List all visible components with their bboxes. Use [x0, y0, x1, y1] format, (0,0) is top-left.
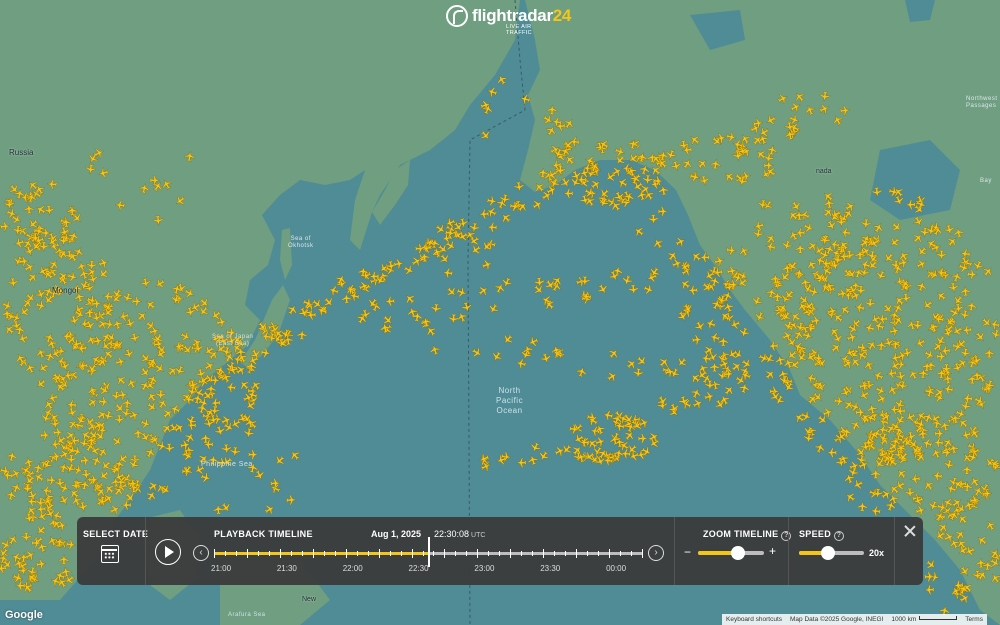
logo-tagline: LIVE AIR TRAFFIC: [506, 24, 533, 36]
timeline-tick-label: 00:00: [606, 564, 627, 573]
map-data-text[interactable]: Map Data ©2025 Google, INEGI: [786, 614, 887, 625]
timeline-tick: [400, 551, 402, 556]
speed-slider-knob[interactable]: [821, 546, 836, 560]
timeline-tick-label: 22:30: [408, 564, 429, 573]
flightradar24-logo[interactable]: flightradar24 LIVE AIR TRAFFIC: [446, 4, 571, 36]
speed-label: SPEED?: [799, 529, 845, 541]
timeline-tick: [301, 551, 303, 556]
panel-divider: [674, 517, 675, 585]
timeline-tick: [422, 551, 424, 556]
label-mongolia: Mongol: [52, 286, 79, 295]
label-arafura-sea: Arafura Sea: [228, 612, 266, 618]
label-new-guinea: New: [302, 596, 317, 603]
timeline-tick-label: 23:30: [540, 564, 561, 573]
zoom-out-button[interactable]: −: [684, 545, 691, 559]
timeline-tick: [510, 549, 512, 558]
zoom-slider[interactable]: [698, 546, 764, 560]
timeline-tick: [587, 551, 589, 556]
timeline-date: Aug 1, 2025: [371, 529, 422, 539]
select-date-section[interactable]: SELECT DATE: [77, 517, 148, 585]
timeline-tick: [565, 551, 567, 556]
timeline-tick: [411, 549, 413, 558]
timeline-tick: [290, 551, 292, 556]
timeline-tick: [345, 549, 347, 558]
timeline-tick: [367, 551, 369, 556]
timeline-tick: [214, 549, 215, 558]
label-northwest-passages: Northwest Passages: [966, 96, 998, 109]
timeline-tick: [598, 551, 600, 556]
playback-timeline-label: PLAYBACK TIMELINE: [214, 529, 313, 539]
timeline-tick: [389, 551, 391, 556]
timeline-tick: [499, 551, 501, 556]
timeline-tick: [642, 549, 643, 558]
timeline-tick-label: 23:00: [474, 564, 495, 573]
timeline-tick-label: 21:30: [276, 564, 297, 573]
timeline-tick: [433, 551, 435, 556]
zoom-timeline-label: ZOOM TIMELINE?: [703, 529, 792, 541]
timeline-tick: [620, 551, 622, 556]
timeline-tick: [609, 549, 611, 558]
google-logo[interactable]: Google: [5, 609, 43, 621]
timeline-time: 22:30:08 UTC: [434, 529, 486, 539]
timeline-tick: [334, 551, 336, 556]
timeline-tick: [378, 549, 380, 558]
timeline-tick: [235, 551, 237, 556]
label-sea-okhotsk: Sea of Okhotsk: [288, 236, 314, 249]
timeline-tick: [224, 551, 226, 556]
panel-divider: [894, 517, 895, 585]
terms-link[interactable]: Terms: [961, 614, 987, 625]
timeline-tick: [279, 549, 281, 558]
label-baffin-bay: Bay: [980, 178, 992, 184]
label-philippine-sea: Philippine Sea: [201, 461, 253, 468]
zoom-in-button[interactable]: +: [769, 544, 776, 558]
timeline-tick-label: 21:00: [211, 564, 232, 573]
timeline-tick: [477, 549, 479, 558]
timeline-tick: [631, 551, 633, 556]
timeline-tick: [356, 551, 358, 556]
timeline-tick: [521, 551, 523, 556]
timeline-cursor[interactable]: [428, 537, 430, 567]
help-icon[interactable]: ?: [834, 531, 845, 541]
map-attribution: Keyboard shortcuts Map Data ©2025 Google…: [722, 614, 987, 625]
logo-wordmark: flightradar24: [472, 6, 572, 25]
label-sea-japan: Sea of Japan (East Sea): [212, 334, 254, 347]
scale-bar: [919, 616, 958, 620]
timeline-tick: [532, 551, 534, 556]
timeline-tick: [576, 549, 578, 558]
speed-value: 20x: [869, 548, 885, 558]
scale-indicator[interactable]: 1000 km: [887, 614, 961, 625]
timeline-tick: [268, 551, 270, 556]
timeline-tick: [466, 551, 468, 556]
chevron-right-icon[interactable]: ›: [648, 545, 664, 561]
timeline-tick: [323, 551, 325, 556]
timeline-tick: [488, 551, 490, 556]
timeline-tick: [543, 549, 545, 558]
logo-mark-icon: [446, 5, 468, 27]
label-north-pacific-ocean: North Pacific Ocean: [496, 386, 524, 415]
close-icon[interactable]: [904, 525, 916, 537]
timeline-tick: [554, 551, 556, 556]
panel-divider: [145, 517, 146, 585]
timeline-tick: [257, 551, 259, 556]
panel-divider: [788, 517, 789, 585]
chevron-left-icon[interactable]: ‹: [193, 545, 209, 561]
timeline-tick: [455, 551, 457, 556]
play-button[interactable]: [155, 539, 181, 565]
label-canada: nada: [816, 168, 832, 175]
keyboard-shortcuts-link[interactable]: Keyboard shortcuts: [722, 614, 786, 625]
speed-slider[interactable]: [799, 546, 864, 560]
help-icon[interactable]: ?: [781, 531, 792, 541]
playback-control-panel: SELECT DATE ‹ PLAYBACK TIMELINE Aug 1, 2…: [77, 517, 923, 585]
label-russia: Russia: [9, 148, 34, 157]
calendar-icon[interactable]: [101, 545, 119, 563]
timeline-tick: [312, 549, 314, 558]
timeline-tick: [444, 549, 446, 558]
zoom-slider-knob[interactable]: [730, 546, 745, 560]
timeline-tick: [246, 549, 248, 558]
timeline-tick-label: 22:00: [342, 564, 363, 573]
select-date-label[interactable]: SELECT DATE: [83, 529, 148, 539]
